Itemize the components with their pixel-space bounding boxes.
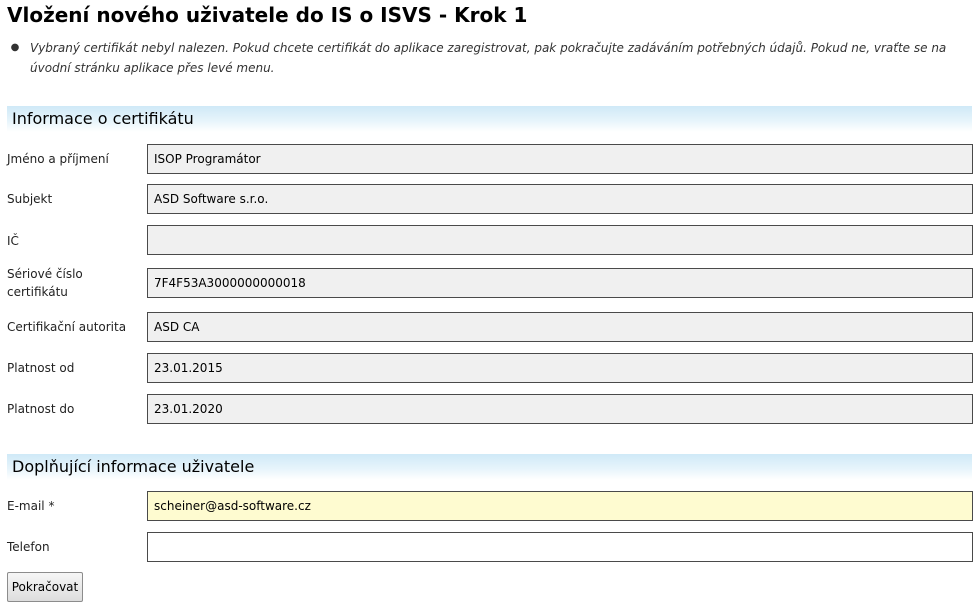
name-label: Jméno a příjmení xyxy=(7,152,109,166)
section-header-certificate: Informace o certifikátu xyxy=(7,106,972,132)
section-header-user-info: Doplňující informace uživatele xyxy=(7,454,972,480)
continue-button[interactable]: Pokračovat xyxy=(7,572,83,602)
page-title: Vložení nového uživatele do IS o ISVS - … xyxy=(7,3,528,27)
valid-from-field[interactable] xyxy=(147,353,973,383)
email-label: E-mail * xyxy=(7,499,55,513)
valid-to-label: Platnost do xyxy=(7,402,75,416)
serial-field[interactable] xyxy=(147,268,973,298)
serial-label: Sériové číslo certifikátu xyxy=(7,267,83,299)
bullet-icon: ● xyxy=(10,42,20,53)
email-field[interactable] xyxy=(147,491,973,521)
ic-label: IČ xyxy=(7,234,19,248)
name-field[interactable] xyxy=(147,144,973,174)
authority-label: Certifikační autorita xyxy=(7,320,127,334)
notice-text: Vybraný certifikát nebyl nalezen. Pokud … xyxy=(30,41,947,75)
subject-field[interactable] xyxy=(147,184,973,214)
valid-to-field[interactable] xyxy=(147,394,973,424)
phone-label: Telefon xyxy=(7,540,50,554)
phone-field[interactable] xyxy=(147,532,973,562)
notice-list-item: ● Vybraný certifikát nebyl nalezen. Poku… xyxy=(11,38,975,78)
valid-from-label: Platnost od xyxy=(7,361,75,375)
ic-field[interactable] xyxy=(147,225,973,255)
authority-field[interactable] xyxy=(147,312,973,342)
subject-label: Subjekt xyxy=(7,192,53,206)
